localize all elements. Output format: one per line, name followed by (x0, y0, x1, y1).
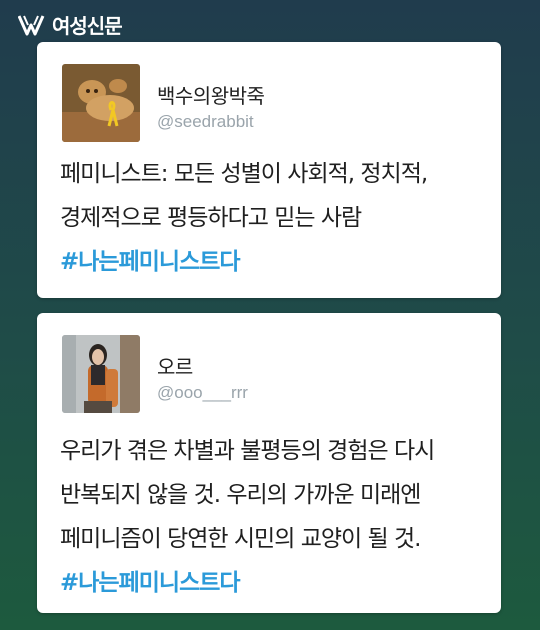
brand-name: 여성신문 (52, 14, 123, 38)
hashtag-link[interactable]: #나는페미니스트다 (60, 240, 487, 284)
brand-mark-icon (18, 14, 45, 35)
tweet-author-handle[interactable]: @ooo___rrr (157, 383, 248, 403)
tweet-text-line: 우리가 겪은 차별과 불평등의 경험은 다시 (60, 438, 435, 464)
tweet-card[interactable]: 오르 @ooo___rrr 우리가 겪은 차별과 불평등의 경험은 다시 반복되… (37, 313, 501, 613)
tweet-author-handle[interactable]: @seedrabbit (157, 112, 254, 132)
person-photo-icon (62, 335, 140, 413)
tweet-text: 페미니스트: 모든 성별이 사회적, 정치적, 경제적으로 평등하다고 믿는 사… (60, 152, 487, 284)
tweet-text-line: 경제적으로 평등하다고 믿는 사람 (60, 205, 362, 231)
tweet-text-line: 페미니즘이 당연한 시민의 교양이 될 것. (60, 526, 421, 552)
hashtag-link[interactable]: #나는페미니스트다 (60, 561, 487, 605)
lion-cub-icon (62, 64, 140, 142)
person-photo-avatar[interactable] (62, 335, 140, 413)
lion-cub-avatar[interactable] (62, 64, 140, 142)
tweet-text-line: 페미니스트: 모든 성별이 사회적, 정치적, (60, 161, 428, 187)
tweet-text: 우리가 겪은 차별과 불평등의 경험은 다시 반복되지 않을 것. 우리의 가까… (60, 429, 487, 605)
brand-logo: 여성신문 (18, 10, 123, 39)
tweet-text-line: 반복되지 않을 것. 우리의 가까운 미래엔 (60, 482, 421, 508)
tweet-card[interactable]: 백수의왕박죽 @seedrabbit 페미니스트: 모든 성별이 사회적, 정치… (37, 42, 501, 298)
tweet-author-name[interactable]: 백수의왕박죽 (157, 80, 265, 109)
tweet-author-name[interactable]: 오르 (157, 351, 193, 380)
